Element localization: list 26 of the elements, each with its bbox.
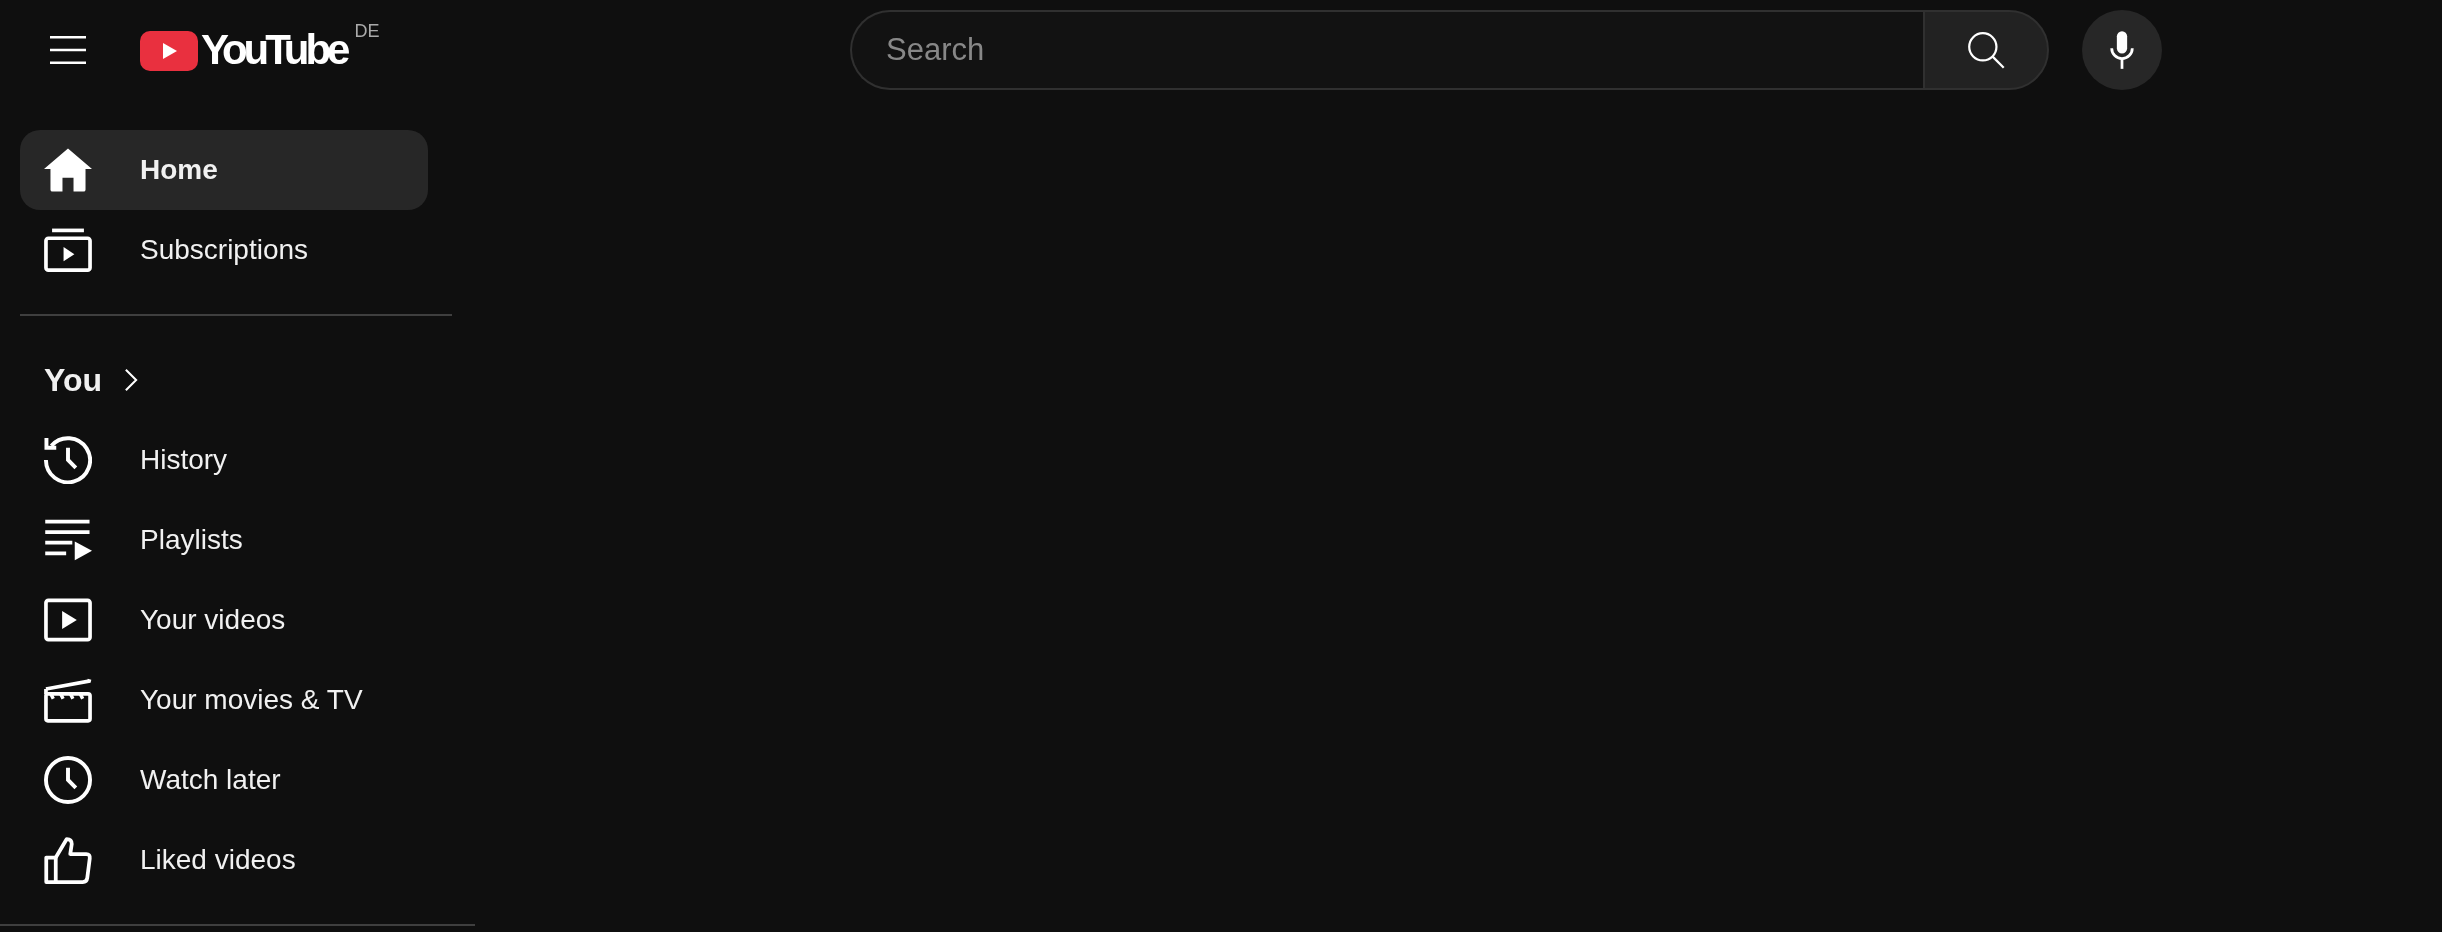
menu-button[interactable] <box>50 35 86 64</box>
thumbs-up-icon <box>44 836 92 884</box>
video-stack-icon <box>44 226 92 274</box>
home-icon <box>44 146 92 194</box>
sidebar-item[interactable]: Home <box>20 130 428 210</box>
sidebar-item[interactable]: History <box>20 420 428 500</box>
clapperboard-icon <box>44 676 92 724</box>
chevron-right-icon <box>124 368 139 392</box>
play-square-icon <box>44 596 92 644</box>
microphone-icon <box>2110 30 2134 69</box>
sidebar-item[interactable]: Subscriptions <box>20 210 428 290</box>
sidebar-item[interactable]: Watch later <box>20 740 428 820</box>
history-icon <box>44 436 92 484</box>
country-code: DE <box>354 21 380 40</box>
logo-wordmark[interactable]: YouTube <box>201 23 347 76</box>
logo-icon[interactable] <box>140 30 198 71</box>
sidebar-item[interactable]: Liked videos <box>20 820 428 900</box>
sidebar-item[interactable]: Your movies & TV <box>20 660 428 740</box>
search-icon <box>1967 30 2005 69</box>
section-heading-link[interactable]: You <box>44 361 139 399</box>
clock-icon <box>44 756 92 804</box>
menu-icon <box>50 35 86 64</box>
sidebar-item[interactable]: Your videos <box>20 580 428 660</box>
search-button[interactable] <box>1923 9 2049 90</box>
sidebar-item[interactable]: Playlists <box>20 500 428 580</box>
search-field[interactable]: Search <box>850 9 1923 90</box>
